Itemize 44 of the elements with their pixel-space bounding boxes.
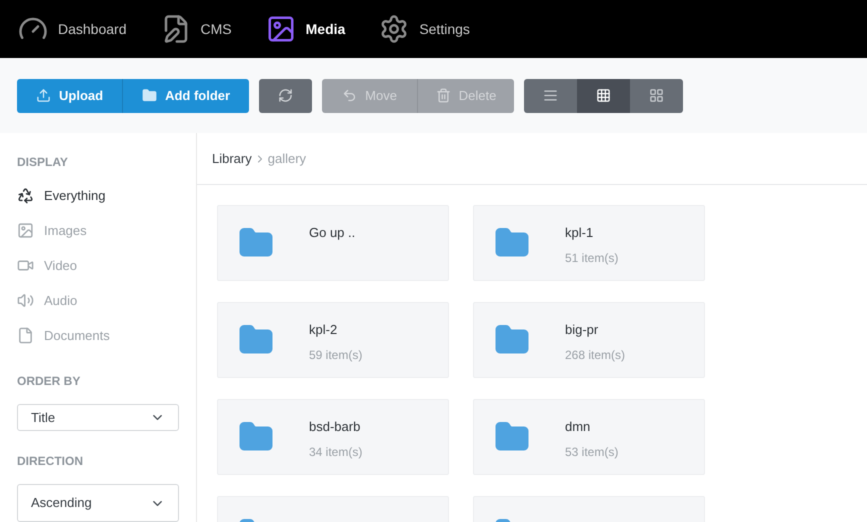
folder-name: Go up ..: [309, 224, 356, 242]
nav-link[interactable]: Media: [266, 14, 346, 44]
picture-icon: [266, 14, 296, 44]
speaker-icon: [17, 292, 34, 309]
recycle-icon: [17, 187, 34, 204]
list-icon: [543, 88, 558, 103]
tiles-icon: [649, 88, 664, 103]
folder-card[interactable]: kpl-1 51 item(s): [473, 205, 705, 281]
folder-name: dmn: [565, 418, 592, 436]
nav-link[interactable]: Settings: [379, 14, 470, 44]
nav-link[interactable]: CMS: [160, 14, 232, 44]
item-count: 59 item(s): [309, 346, 362, 364]
tiles-view-button[interactable]: [630, 78, 684, 112]
file-icon: [17, 327, 34, 344]
picture-icon: [17, 222, 34, 239]
folder-card[interactable]: dmn 53 item(s): [473, 399, 705, 475]
grid-icon: [596, 88, 612, 103]
folder-card[interactable]: big-pr 268 item(s): [473, 302, 705, 378]
folder-name: bsd-barb: [309, 418, 362, 436]
folder-card[interactable]: bsd-barb 34 item(s): [217, 399, 449, 475]
section-heading: DIRECTION: [17, 453, 84, 470]
item-count: 51 item(s): [565, 250, 618, 266]
direction-select[interactable]: Ascending: [17, 484, 179, 522]
breadcrumb-link[interactable]: Library: [212, 148, 252, 168]
undo-arrow-icon: [342, 88, 358, 103]
item-count: 53 item(s): [565, 444, 618, 460]
folder-name: big-pr: [565, 321, 600, 339]
folder-name: kpl-2: [309, 321, 338, 339]
section-heading: DISPLAY: [17, 154, 69, 171]
item-count: 268 item(s): [565, 346, 626, 364]
folder-icon: [142, 88, 158, 103]
section-heading: ORDER BY: [17, 373, 82, 390]
refresh-icon: [278, 88, 294, 103]
grid-view-button[interactable]: [577, 78, 630, 112]
refresh-button[interactable]: [259, 78, 312, 112]
trash-icon: [436, 88, 451, 103]
filter-link[interactable]: Everything: [17, 186, 179, 205]
folder-card[interactable]: Go up ..: [217, 205, 449, 281]
item-count: 34 item(s): [309, 444, 362, 460]
order-select[interactable]: Title: [17, 404, 179, 431]
folder-name: kpl-1: [565, 224, 594, 242]
upload-icon: [36, 88, 51, 103]
folder-card[interactable]: kpl-2 59 item(s): [217, 302, 449, 378]
nav-link[interactable]: Dashboard: [18, 14, 126, 44]
